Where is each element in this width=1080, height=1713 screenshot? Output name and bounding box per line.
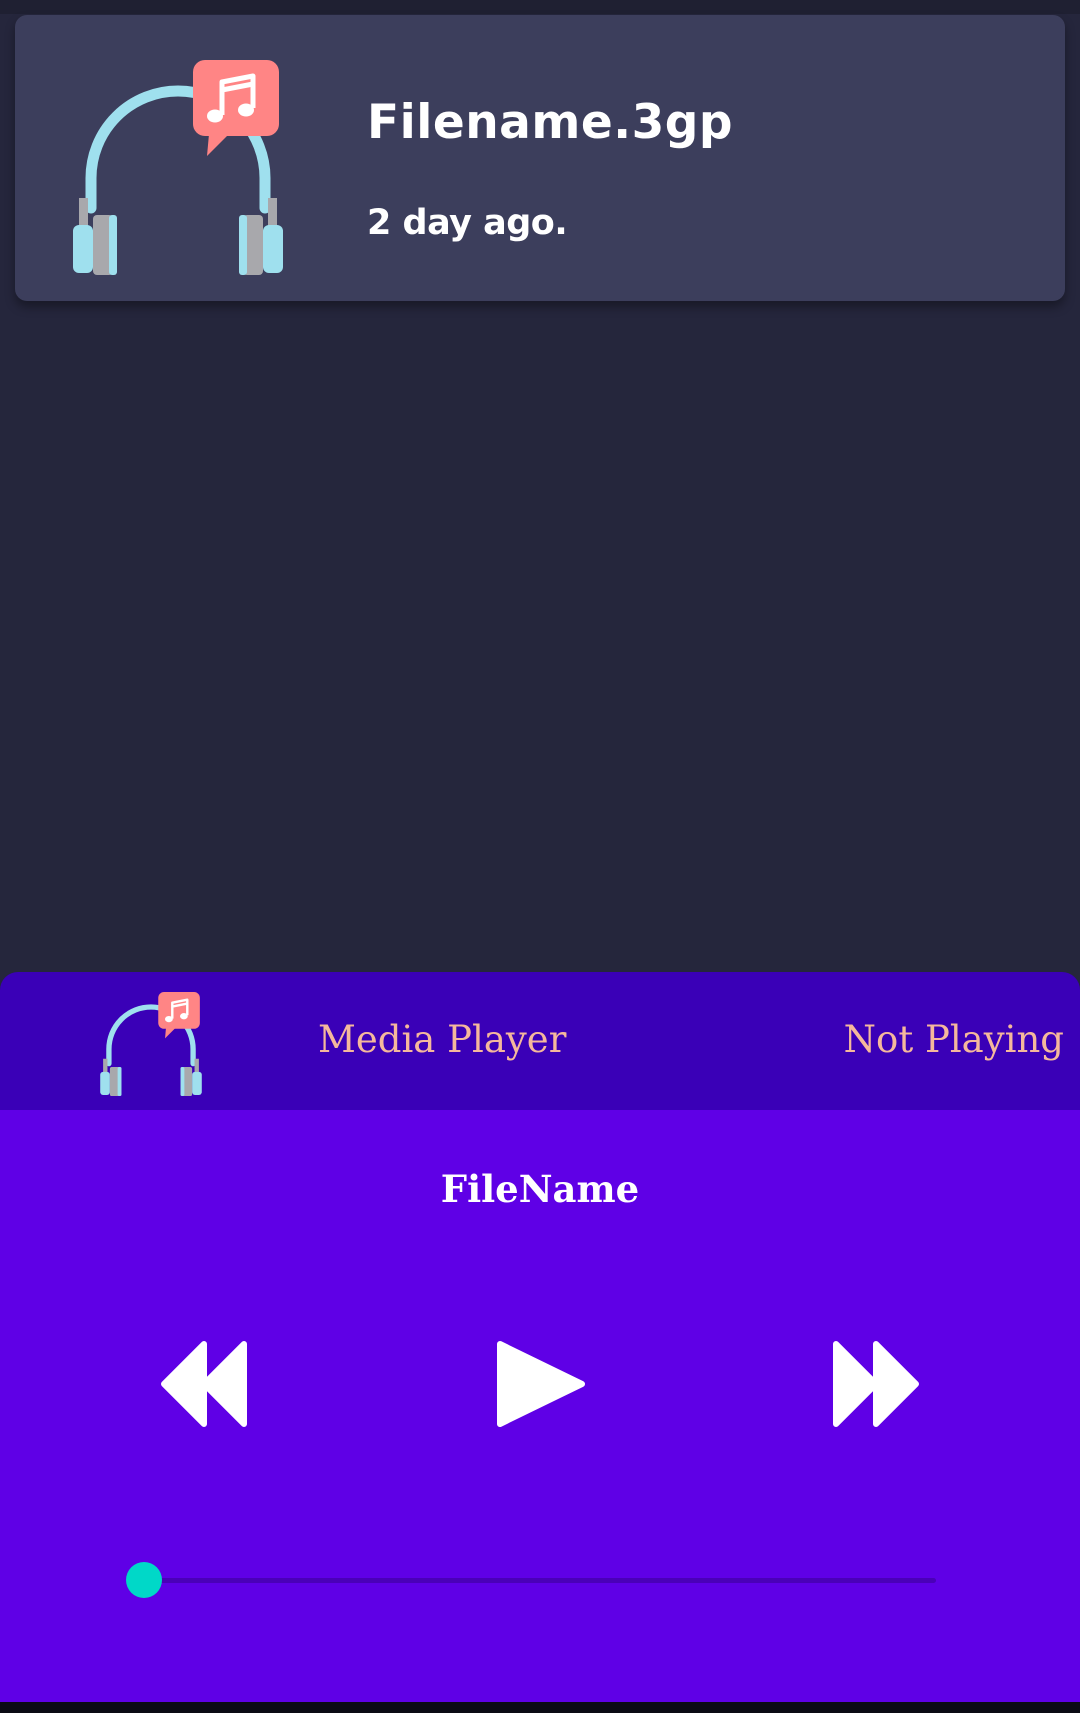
media-player-header[interactable]: Media Player Not Playing xyxy=(0,972,1080,1110)
media-player-title: Media Player xyxy=(318,1018,567,1061)
fast-forward-button[interactable] xyxy=(832,1340,924,1428)
recording-list-item[interactable]: Filename.3gp 2 day ago. xyxy=(15,15,1065,301)
seek-track xyxy=(144,1578,936,1583)
seek-bar[interactable] xyxy=(126,1560,936,1600)
play-button[interactable] xyxy=(496,1340,588,1428)
recording-title: Filename.3gp xyxy=(367,95,734,150)
seek-thumb[interactable] xyxy=(126,1562,162,1598)
rewind-button[interactable] xyxy=(160,1340,252,1428)
playback-status: Not Playing xyxy=(843,1018,1064,1061)
headphones-music-icon xyxy=(100,992,202,1096)
now-playing-file-name: FileName xyxy=(440,1167,640,1211)
rewind-icon xyxy=(161,1341,247,1427)
recording-time-ago: 2 day ago. xyxy=(367,203,568,243)
app-screen: Filename.3gp 2 day ago. Media Player Not… xyxy=(0,0,1080,1713)
navigation-bar xyxy=(0,1702,1080,1713)
status-bar-shadow xyxy=(0,0,1080,14)
fast-forward-icon xyxy=(833,1341,919,1427)
play-icon xyxy=(497,1341,585,1427)
headphones-music-icon xyxy=(73,60,283,275)
